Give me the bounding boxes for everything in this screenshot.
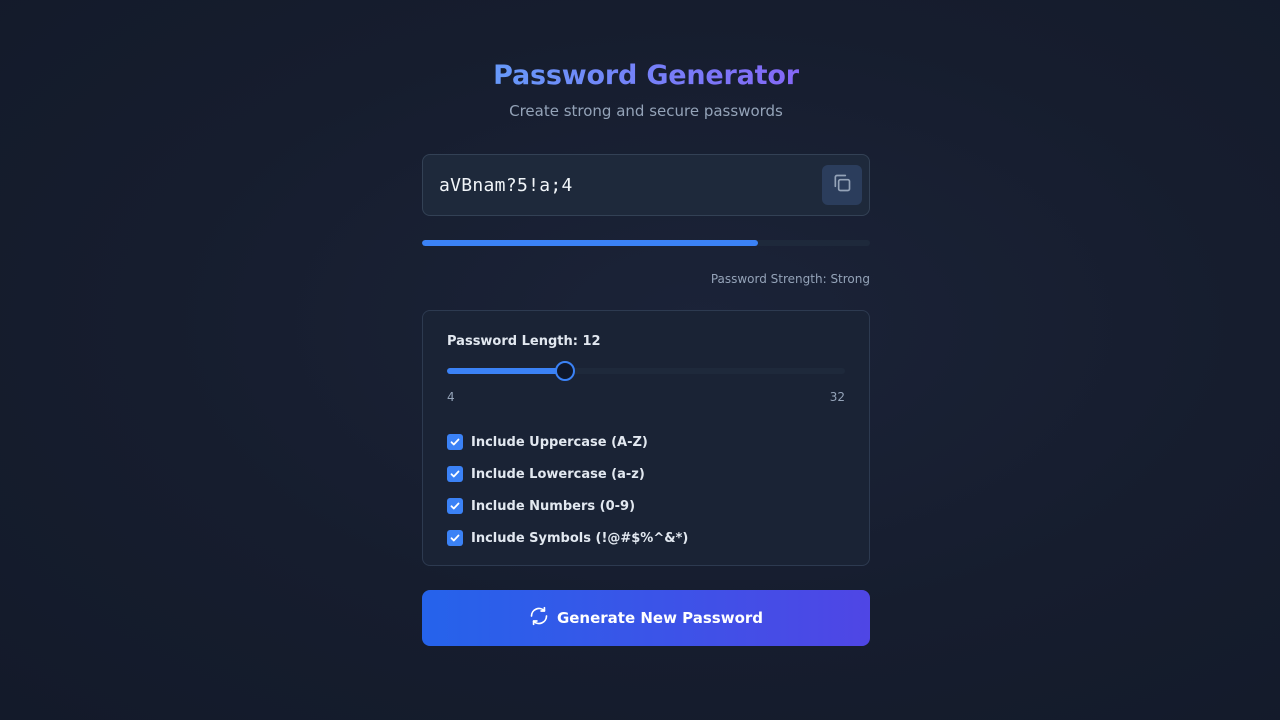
numbers-option[interactable]: Include Numbers (0-9): [447, 490, 845, 522]
page-title: Password Generator: [422, 58, 870, 94]
lowercase-option[interactable]: Include Lowercase (a-z): [447, 458, 845, 490]
length-slider-thumb[interactable]: [555, 361, 576, 381]
password-output[interactable]: aVBnam?5!a;4: [439, 175, 573, 196]
numbers-label: Include Numbers (0-9): [471, 498, 636, 514]
copy-button[interactable]: [822, 165, 862, 205]
strength-label: Password Strength: Strong: [710, 272, 870, 286]
check-icon: [450, 502, 460, 510]
length-slider-fill: [447, 368, 566, 374]
uppercase-checkbox[interactable]: [447, 434, 463, 450]
uppercase-label: Include Uppercase (A-Z): [471, 434, 648, 450]
length-min-label: 4: [447, 390, 455, 404]
length-range-labels: 4 32: [447, 390, 845, 404]
checkbox-list: Include Uppercase (A-Z) Include Lowercas…: [447, 426, 845, 554]
options-card: Password Length: 12 4 32 Include Upperca…: [422, 310, 870, 566]
uppercase-option[interactable]: Include Uppercase (A-Z): [447, 426, 845, 458]
check-icon: [450, 438, 460, 446]
length-slider[interactable]: [447, 361, 845, 381]
symbols-option[interactable]: Include Symbols (!@#$%^&*): [447, 522, 845, 554]
strength-meter: [422, 240, 870, 246]
length-label: Password Length: 12: [447, 334, 601, 349]
lowercase-checkbox[interactable]: [447, 466, 463, 482]
password-display: aVBnam?5!a;4: [422, 154, 870, 216]
length-max-label: 32: [829, 390, 845, 404]
generate-button[interactable]: Generate New Password: [422, 590, 870, 646]
symbols-label: Include Symbols (!@#$%^&*): [471, 530, 689, 546]
page-subtitle: Create strong and secure passwords: [509, 102, 783, 120]
generate-button-label: Generate New Password: [556, 609, 764, 627]
strength-meter-fill: [422, 240, 758, 246]
check-icon: [450, 470, 460, 478]
symbols-checkbox[interactable]: [447, 530, 463, 546]
refresh-icon: [529, 606, 549, 630]
check-icon: [450, 534, 460, 542]
password-generator-container: Password Generator Create strong and sec…: [422, 58, 870, 646]
copy-icon: [832, 173, 852, 197]
numbers-checkbox[interactable]: [447, 498, 463, 514]
lowercase-label: Include Lowercase (a-z): [471, 466, 645, 482]
